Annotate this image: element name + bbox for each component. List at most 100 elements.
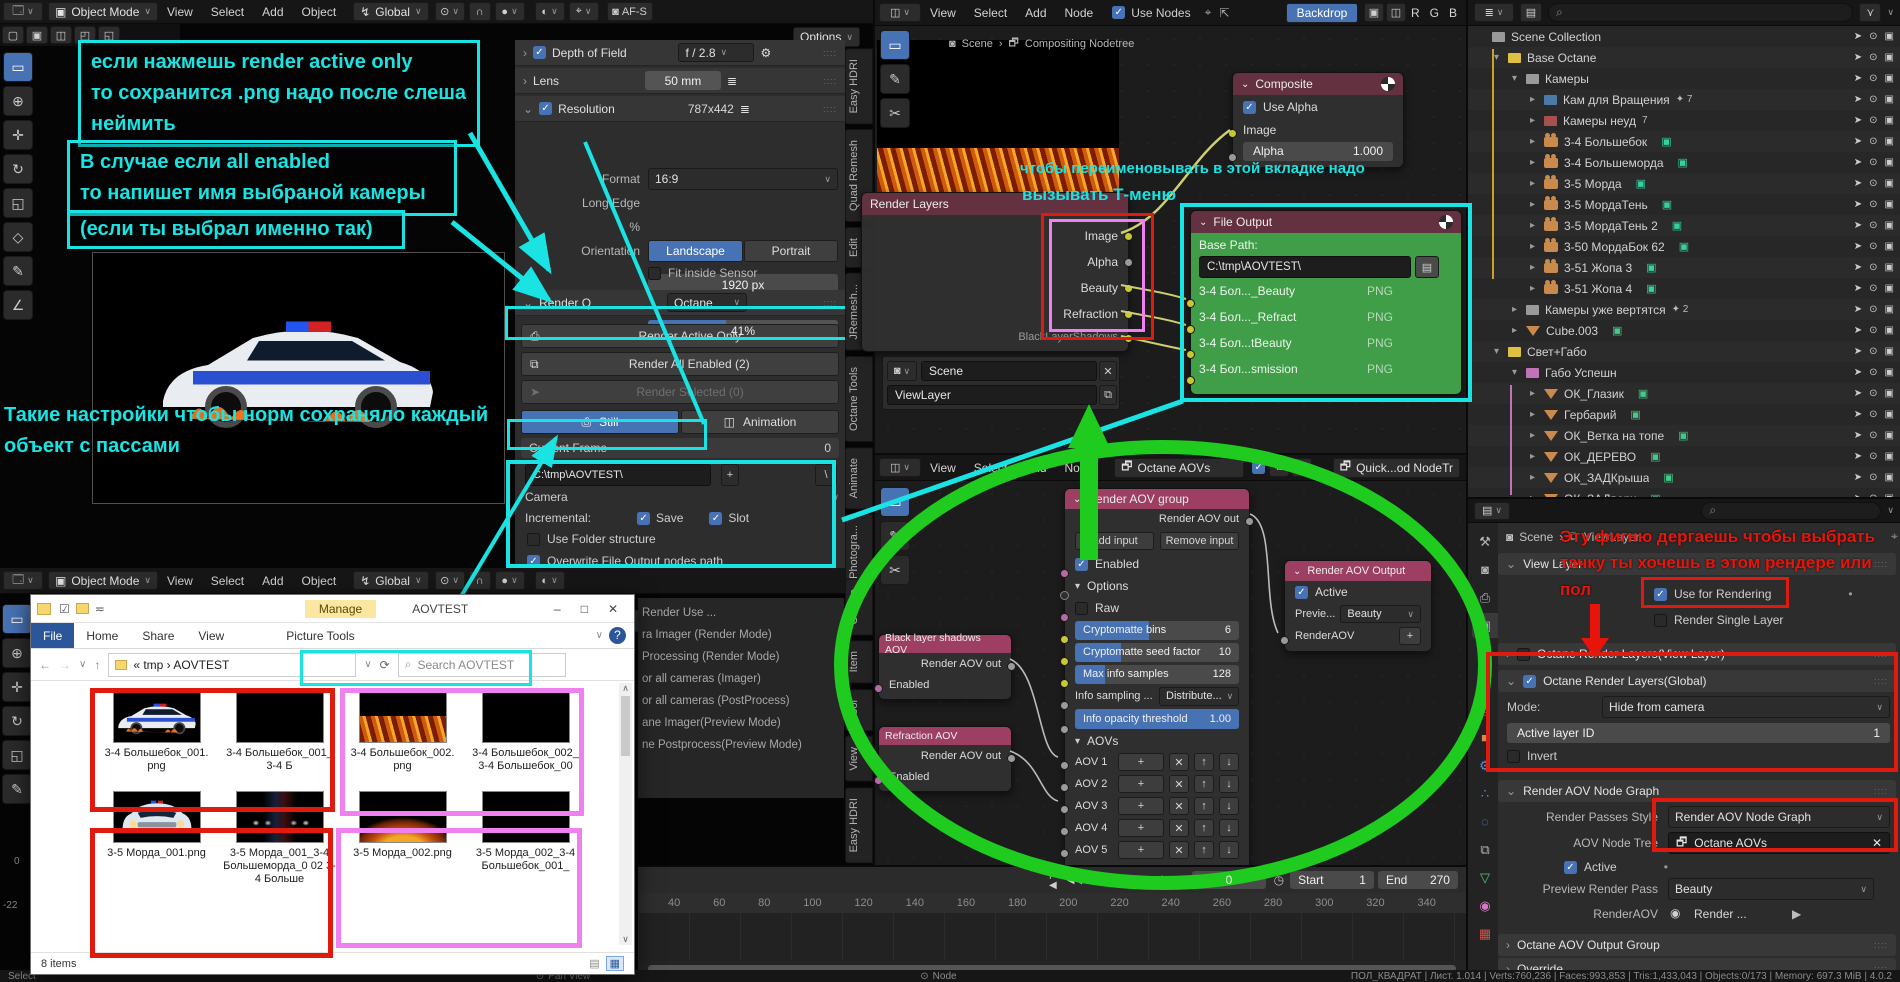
chevron-down-icon[interactable]: ∨ <box>1887 7 1894 18</box>
item-label[interactable]: 3-51 Жопа 4 <box>1564 282 1632 296</box>
menu-item[interactable]: Node <box>1056 6 1103 20</box>
item-label[interactable]: ОК_ДЕРЕВО <box>1564 450 1636 464</box>
item-label[interactable]: Камеры неуд <box>1563 114 1636 128</box>
item-label[interactable]: ОК_ЗАДКрыша <box>1564 471 1649 485</box>
editor-type-icon[interactable]: ◫ ∨ <box>879 3 921 22</box>
properties-tab[interactable]: ▽ <box>1472 865 1498 890</box>
properties-tab[interactable]: ◭ <box>1472 641 1498 666</box>
panel-grip[interactable]: :::: <box>823 48 837 58</box>
render-icon[interactable]: ▣ <box>1885 346 1894 357</box>
render-icon[interactable]: ▣ <box>1885 136 1894 147</box>
expand-icon[interactable]: ▸ <box>1512 304 1526 315</box>
expand-icon[interactable]: ▸ <box>1512 325 1526 336</box>
file-item[interactable]: 3-4 Большебок_001. png <box>95 691 218 773</box>
input-socket[interactable] <box>1060 635 1069 644</box>
explorer-titlebar[interactable]: ☑ ≂ Manage AOVTEST – □ ✕ <box>31 595 634 623</box>
minimize-button[interactable]: – <box>544 602 571 616</box>
input-socket[interactable] <box>1060 761 1069 770</box>
expand-icon[interactable]: ▸ <box>1530 388 1544 399</box>
folder-structure-row[interactable]: Use Folder structure <box>517 528 839 550</box>
sidebar-tab[interactable]: Tool <box>845 688 873 732</box>
properties-tab[interactable]: ⧉ <box>1472 837 1498 862</box>
save-checkbox[interactable]: ✓ <box>637 511 651 525</box>
render-icon[interactable]: ▣ <box>1885 367 1894 378</box>
render-all-enabled-button[interactable]: ⧉ Render All Enabled (2) <box>521 352 839 376</box>
input-socket[interactable] <box>1060 701 1069 710</box>
aov-delete-button[interactable]: ✕ <box>1169 819 1189 837</box>
render-icon[interactable]: ▣ <box>1885 472 1894 483</box>
render-aov-group-node[interactable]: ⌄ Render AOV group Render AOV out Add inp… <box>1060 488 1254 870</box>
properties-tab[interactable]: ▦ <box>1472 921 1498 946</box>
play-icon[interactable]: ▶ <box>1792 907 1801 921</box>
selectable-icon[interactable]: ➤ <box>1854 304 1862 315</box>
input-socket[interactable] <box>874 776 883 785</box>
pin-icon[interactable]: ⌖ <box>1205 5 1212 20</box>
expand-icon[interactable]: ▸ <box>1530 157 1544 168</box>
outliner-row[interactable]: ▸ 3-5 МордаТень ▣ ➤ ⊙ ▣ <box>1468 194 1900 215</box>
gizmo-icon[interactable]: ◐ ∨ <box>534 2 565 21</box>
render-single-layer-row[interactable]: Render Single Layer <box>1654 613 1783 627</box>
render-active-only-button[interactable]: ⎙ Render Active Only <box>521 324 839 348</box>
render-icon[interactable]: ▣ <box>1885 451 1894 462</box>
unlink-icon[interactable]: ✕ <box>1292 458 1313 477</box>
animation-button[interactable]: ◫ Animation <box>681 410 839 434</box>
menu-item[interactable]: Select <box>202 5 253 19</box>
aov-move-down-button[interactable]: ↓ <box>1219 819 1239 837</box>
menu-item[interactable]: Add <box>253 5 292 19</box>
raw-row[interactable]: Raw <box>1065 597 1249 619</box>
address-dropdown-icon[interactable]: ∨ <box>364 659 371 670</box>
details-view-icon[interactable]: ▤ <box>589 957 599 970</box>
renderq-panel-header[interactable]: ⌄ Render Q Octane ∨ :::: <box>515 290 845 316</box>
start-frame-field[interactable]: Start 1 <box>1290 871 1374 889</box>
file-tab[interactable]: File <box>31 623 75 648</box>
hide-icon[interactable]: ⊙ <box>1869 115 1877 126</box>
folder-icon[interactable]: ▤ <box>1415 256 1439 278</box>
hide-icon[interactable]: ⊙ <box>1869 409 1877 420</box>
slot-checkbox[interactable]: ✓ <box>709 511 723 525</box>
overlays-icon[interactable]: ⌖ ∨ <box>568 2 599 21</box>
playback-button[interactable]: ▶| <box>1150 875 1166 886</box>
info-opacity-row[interactable]: Info opacity threshold 1.00 <box>1065 707 1249 731</box>
transform-tool[interactable]: ◇ <box>3 222 33 252</box>
fstop-dropdown[interactable]: f / 2.8 ∨ <box>678 43 755 62</box>
snap-magnet-icon[interactable]: ∩ <box>468 2 491 21</box>
current-frame-field[interactable]: 0 <box>1192 871 1266 889</box>
item-label[interactable]: 3-4 Большеморда <box>1564 156 1664 170</box>
item-label[interactable]: 3-50 МордаБок 62 <box>1564 240 1665 254</box>
aov-move-up-button[interactable]: ↑ <box>1194 819 1214 837</box>
item-label[interactable]: Габо Успешн <box>1545 366 1617 380</box>
shadow-aov-node[interactable]: Black layer shadows AOV Render AOV out E… <box>874 632 1016 700</box>
copy-icon[interactable]: ⧉ <box>1269 458 1290 477</box>
node-header[interactable]: Black layer shadows AOV <box>879 632 1011 656</box>
selectable-icon[interactable]: ➤ <box>1854 178 1862 189</box>
item-label[interactable]: 3-4 Большебок <box>1564 135 1647 149</box>
aov-graph-panel-header[interactable]: ⌄ Render AOV Node Graph :::: <box>1498 780 1896 802</box>
share-tab[interactable]: Share <box>130 629 186 643</box>
input-socket[interactable] <box>874 684 883 693</box>
aov-add-button[interactable]: + <box>1118 819 1164 837</box>
crypto-bins-row[interactable]: Cryptomatte bins 6 <box>1065 619 1249 641</box>
render-icon[interactable]: ▣ <box>1885 73 1894 84</box>
outliner-row[interactable]: ▾ Свет+Габо ▣ ➤ ⊙ ▣ <box>1468 341 1900 362</box>
expand-icon[interactable]: ▸ <box>1530 220 1544 231</box>
item-label[interactable]: 3-5 МордаТень <box>1564 198 1648 212</box>
node-header[interactable]: ⌄ Render AOV Output <box>1285 561 1431 581</box>
outliner-row[interactable]: ▸ 3-51 Жопа 4 ▣ ➤ ⊙ ▣ <box>1468 278 1900 299</box>
aov-add-button[interactable]: + <box>1118 753 1164 771</box>
maximize-button[interactable]: □ <box>571 602 598 616</box>
selectable-icon[interactable]: ➤ <box>1854 199 1862 210</box>
ribbon-collapse-icon[interactable]: ∨ <box>590 630 609 641</box>
menu-item[interactable]: View <box>158 574 202 588</box>
hide-icon[interactable]: ⊙ <box>1869 73 1877 84</box>
filter-icon[interactable]: ⋎ <box>1859 3 1882 22</box>
dof-panel-header[interactable]: › ✓ Depth of Field f / 2.8 ∨ ⚙ :::: <box>515 40 845 66</box>
input-socket[interactable] <box>1060 849 1069 858</box>
selectable-icon[interactable]: ➤ <box>1854 451 1862 462</box>
select-subtract-icon[interactable]: ◫ <box>50 26 72 44</box>
max-info-row[interactable]: Max info samples 128 <box>1065 663 1249 685</box>
input-socket[interactable] <box>1280 636 1289 645</box>
panel-grip[interactable]: :::: <box>823 298 837 308</box>
playback-button[interactable]: |◀ <box>1046 869 1060 891</box>
expand-icon[interactable]: ▸ <box>1530 283 1544 294</box>
item-label[interactable]: Base Octane <box>1527 51 1596 65</box>
